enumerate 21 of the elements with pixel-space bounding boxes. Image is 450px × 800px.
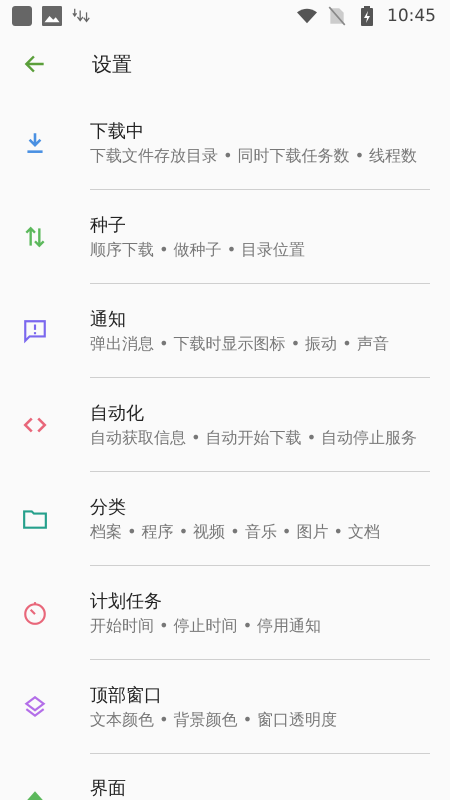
setting-title: 界面: [90, 777, 127, 800]
setting-description: 下载文件存放目录 • 同时下载任务数 • 线程数: [90, 145, 418, 166]
setting-description: 自动获取信息 • 自动开始下载 • 自动停止服务: [90, 427, 418, 448]
setting-description: 文本颜色 • 背景颜色 • 窗口透明度: [90, 709, 338, 730]
setting-title: 分类: [90, 496, 127, 520]
clock-time: 10:45: [387, 6, 436, 26]
setting-description: 弹出消息 • 下载时显示图标 • 振动 • 声音: [90, 333, 390, 354]
setting-description: 开始时间 • 停止时间 • 停用通知: [90, 615, 322, 636]
no-sim-icon: [327, 6, 347, 26]
setting-title: 顶部窗口: [90, 684, 163, 708]
setting-description: 顺序下载 • 做种子 • 目录位置: [90, 239, 306, 260]
setting-title: 下载中: [90, 120, 145, 144]
setting-title: 通知: [90, 308, 127, 332]
setting-title: 计划任务: [90, 590, 163, 614]
setting-title: 自动化: [90, 402, 145, 426]
app-icon: [12, 6, 32, 26]
setting-title: 种子: [90, 214, 127, 238]
image-icon: [42, 6, 62, 26]
wifi-icon: [297, 6, 317, 26]
page-title: 设置: [92, 50, 132, 78]
setting-description: 档案 • 程序 • 视频 • 音乐 • 图片 • 文档: [90, 521, 382, 542]
